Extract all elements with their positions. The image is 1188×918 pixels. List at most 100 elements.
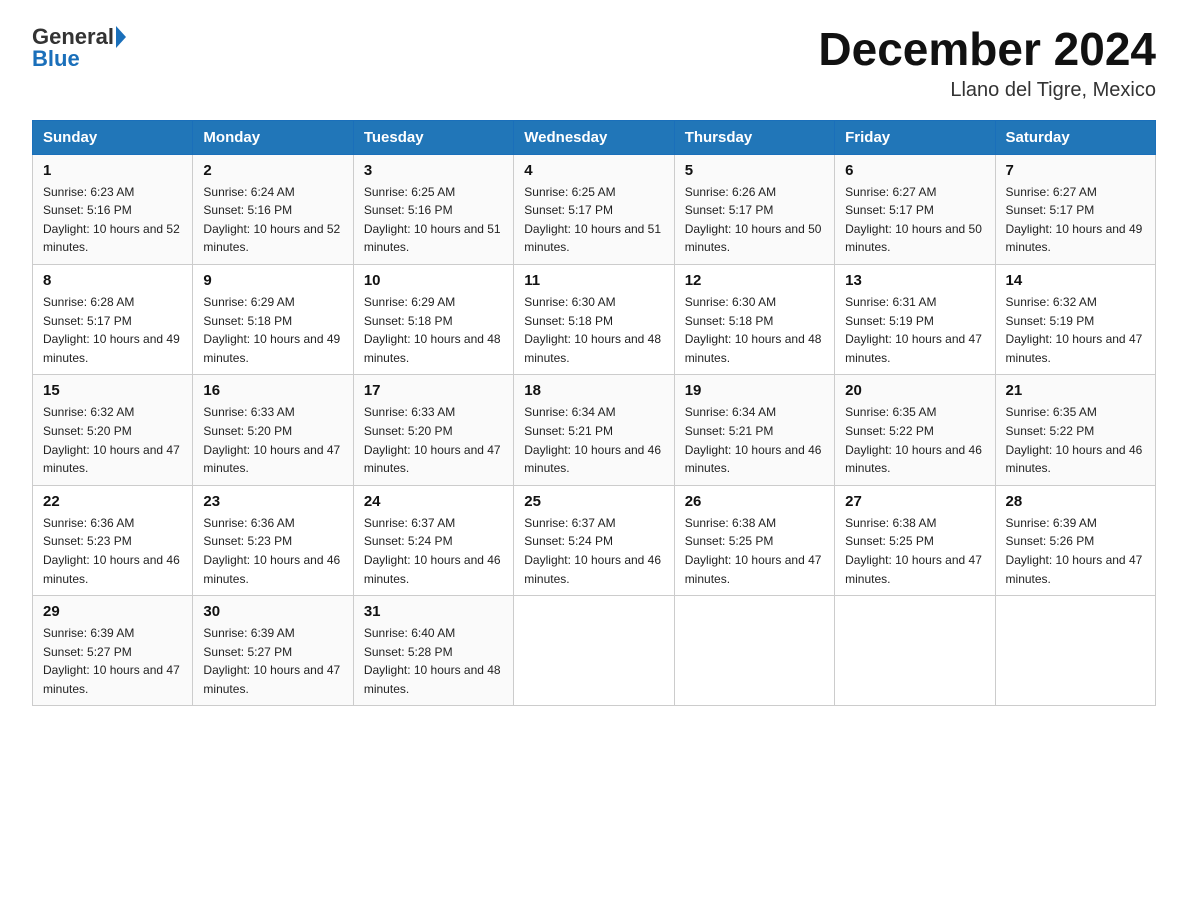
day-number: 1 (43, 162, 182, 179)
day-number: 27 (845, 493, 984, 510)
day-number: 10 (364, 272, 503, 289)
day-cell: 1 Sunrise: 6:23 AMSunset: 5:16 PMDaylight… (33, 154, 193, 264)
day-cell: 19 Sunrise: 6:34 AMSunset: 5:21 PMDayligh… (674, 375, 834, 485)
day-info: Sunrise: 6:25 AMSunset: 5:17 PMDaylight:… (524, 183, 663, 257)
day-cell: 4 Sunrise: 6:25 AMSunset: 5:17 PMDaylight… (514, 154, 674, 264)
day-cell (995, 596, 1155, 706)
day-cell (674, 596, 834, 706)
calendar-table: SundayMondayTuesdayWednesdayThursdayFrid… (32, 120, 1156, 707)
logo-arrow-icon (116, 26, 126, 48)
day-info: Sunrise: 6:37 AMSunset: 5:24 PMDaylight:… (524, 514, 663, 588)
logo: General Blue (32, 24, 128, 72)
page-title: December 2024 (818, 24, 1156, 75)
day-cell: 12 Sunrise: 6:30 AMSunset: 5:18 PMDayligh… (674, 264, 834, 374)
day-info: Sunrise: 6:29 AMSunset: 5:18 PMDaylight:… (364, 293, 503, 367)
day-number: 22 (43, 493, 182, 510)
column-header-saturday: Saturday (995, 120, 1155, 154)
day-cell: 11 Sunrise: 6:30 AMSunset: 5:18 PMDayligh… (514, 264, 674, 374)
day-info: Sunrise: 6:40 AMSunset: 5:28 PMDaylight:… (364, 624, 503, 698)
day-number: 24 (364, 493, 503, 510)
day-number: 30 (203, 603, 342, 620)
column-header-sunday: Sunday (33, 120, 193, 154)
day-cell: 8 Sunrise: 6:28 AMSunset: 5:17 PMDaylight… (33, 264, 193, 374)
day-cell: 20 Sunrise: 6:35 AMSunset: 5:22 PMDayligh… (835, 375, 995, 485)
week-row-2: 8 Sunrise: 6:28 AMSunset: 5:17 PMDaylight… (33, 264, 1156, 374)
day-info: Sunrise: 6:30 AMSunset: 5:18 PMDaylight:… (524, 293, 663, 367)
day-number: 4 (524, 162, 663, 179)
day-number: 12 (685, 272, 824, 289)
day-cell (835, 596, 995, 706)
day-number: 15 (43, 382, 182, 399)
week-row-5: 29 Sunrise: 6:39 AMSunset: 5:27 PMDayligh… (33, 596, 1156, 706)
day-info: Sunrise: 6:27 AMSunset: 5:17 PMDaylight:… (845, 183, 984, 257)
day-cell: 3 Sunrise: 6:25 AMSunset: 5:16 PMDaylight… (353, 154, 513, 264)
day-info: Sunrise: 6:31 AMSunset: 5:19 PMDaylight:… (845, 293, 984, 367)
day-cell: 15 Sunrise: 6:32 AMSunset: 5:20 PMDayligh… (33, 375, 193, 485)
day-info: Sunrise: 6:34 AMSunset: 5:21 PMDaylight:… (524, 403, 663, 477)
day-info: Sunrise: 6:23 AMSunset: 5:16 PMDaylight:… (43, 183, 182, 257)
day-number: 17 (364, 382, 503, 399)
day-cell: 26 Sunrise: 6:38 AMSunset: 5:25 PMDayligh… (674, 485, 834, 595)
day-number: 23 (203, 493, 342, 510)
day-cell: 2Sunrise: 6:24 AMSunset: 5:16 PMDaylight… (193, 154, 353, 264)
day-info: Sunrise: 6:32 AMSunset: 5:19 PMDaylight:… (1006, 293, 1145, 367)
day-number: 8 (43, 272, 182, 289)
day-number: 20 (845, 382, 984, 399)
day-info: Sunrise: 6:33 AMSunset: 5:20 PMDaylight:… (364, 403, 503, 477)
column-header-thursday: Thursday (674, 120, 834, 154)
day-cell: 25 Sunrise: 6:37 AMSunset: 5:24 PMDayligh… (514, 485, 674, 595)
title-block: December 2024 Llano del Tigre, Mexico (818, 24, 1156, 102)
day-cell: 10 Sunrise: 6:29 AMSunset: 5:18 PMDayligh… (353, 264, 513, 374)
day-info: Sunrise: 6:27 AMSunset: 5:17 PMDaylight:… (1006, 183, 1145, 257)
day-number: 28 (1006, 493, 1145, 510)
day-cell: 23 Sunrise: 6:36 AMSunset: 5:23 PMDayligh… (193, 485, 353, 595)
day-cell: 29 Sunrise: 6:39 AMSunset: 5:27 PMDayligh… (33, 596, 193, 706)
day-info: Sunrise: 6:25 AMSunset: 5:16 PMDaylight:… (364, 183, 503, 257)
day-cell: 14Sunrise: 6:32 AMSunset: 5:19 PMDayligh… (995, 264, 1155, 374)
day-cell: 9Sunrise: 6:29 AMSunset: 5:18 PMDaylight… (193, 264, 353, 374)
day-info: Sunrise: 6:24 AMSunset: 5:16 PMDaylight:… (203, 183, 342, 257)
day-info: Sunrise: 6:38 AMSunset: 5:25 PMDaylight:… (845, 514, 984, 588)
day-info: Sunrise: 6:32 AMSunset: 5:20 PMDaylight:… (43, 403, 182, 477)
day-number: 11 (524, 272, 663, 289)
day-cell: 31Sunrise: 6:40 AMSunset: 5:28 PMDayligh… (353, 596, 513, 706)
day-cell: 30Sunrise: 6:39 AMSunset: 5:27 PMDayligh… (193, 596, 353, 706)
day-cell: 27 Sunrise: 6:38 AMSunset: 5:25 PMDayligh… (835, 485, 995, 595)
day-number: 7 (1006, 162, 1145, 179)
day-info: Sunrise: 6:36 AMSunset: 5:23 PMDaylight:… (203, 514, 342, 588)
day-info: Sunrise: 6:30 AMSunset: 5:18 PMDaylight:… (685, 293, 824, 367)
column-header-tuesday: Tuesday (353, 120, 513, 154)
day-cell: 24Sunrise: 6:37 AMSunset: 5:24 PMDayligh… (353, 485, 513, 595)
day-info: Sunrise: 6:39 AMSunset: 5:27 PMDaylight:… (43, 624, 182, 698)
page-header: General Blue December 2024 Llano del Tig… (32, 24, 1156, 102)
day-number: 5 (685, 162, 824, 179)
day-number: 16 (203, 382, 342, 399)
day-number: 25 (524, 493, 663, 510)
day-cell: 13Sunrise: 6:31 AMSunset: 5:19 PMDayligh… (835, 264, 995, 374)
page-subtitle: Llano del Tigre, Mexico (818, 79, 1156, 102)
day-cell: 21 Sunrise: 6:35 AMSunset: 5:22 PMDayligh… (995, 375, 1155, 485)
day-info: Sunrise: 6:38 AMSunset: 5:25 PMDaylight:… (685, 514, 824, 588)
day-cell: 18 Sunrise: 6:34 AMSunset: 5:21 PMDayligh… (514, 375, 674, 485)
day-info: Sunrise: 6:36 AMSunset: 5:23 PMDaylight:… (43, 514, 182, 588)
calendar-header-row: SundayMondayTuesdayWednesdayThursdayFrid… (33, 120, 1156, 154)
day-info: Sunrise: 6:35 AMSunset: 5:22 PMDaylight:… (845, 403, 984, 477)
column-header-friday: Friday (835, 120, 995, 154)
day-info: Sunrise: 6:35 AMSunset: 5:22 PMDaylight:… (1006, 403, 1145, 477)
day-number: 3 (364, 162, 503, 179)
day-number: 26 (685, 493, 824, 510)
week-row-1: 1 Sunrise: 6:23 AMSunset: 5:16 PMDaylight… (33, 154, 1156, 264)
day-number: 19 (685, 382, 824, 399)
logo-blue-text: Blue (32, 46, 80, 71)
day-number: 29 (43, 603, 182, 620)
day-cell: 17 Sunrise: 6:33 AMSunset: 5:20 PMDayligh… (353, 375, 513, 485)
column-header-monday: Monday (193, 120, 353, 154)
day-number: 6 (845, 162, 984, 179)
day-number: 21 (1006, 382, 1145, 399)
week-row-3: 15 Sunrise: 6:32 AMSunset: 5:20 PMDayligh… (33, 375, 1156, 485)
day-number: 18 (524, 382, 663, 399)
day-info: Sunrise: 6:28 AMSunset: 5:17 PMDaylight:… (43, 293, 182, 367)
day-info: Sunrise: 6:34 AMSunset: 5:21 PMDaylight:… (685, 403, 824, 477)
day-info: Sunrise: 6:26 AMSunset: 5:17 PMDaylight:… (685, 183, 824, 257)
day-number: 9 (203, 272, 342, 289)
